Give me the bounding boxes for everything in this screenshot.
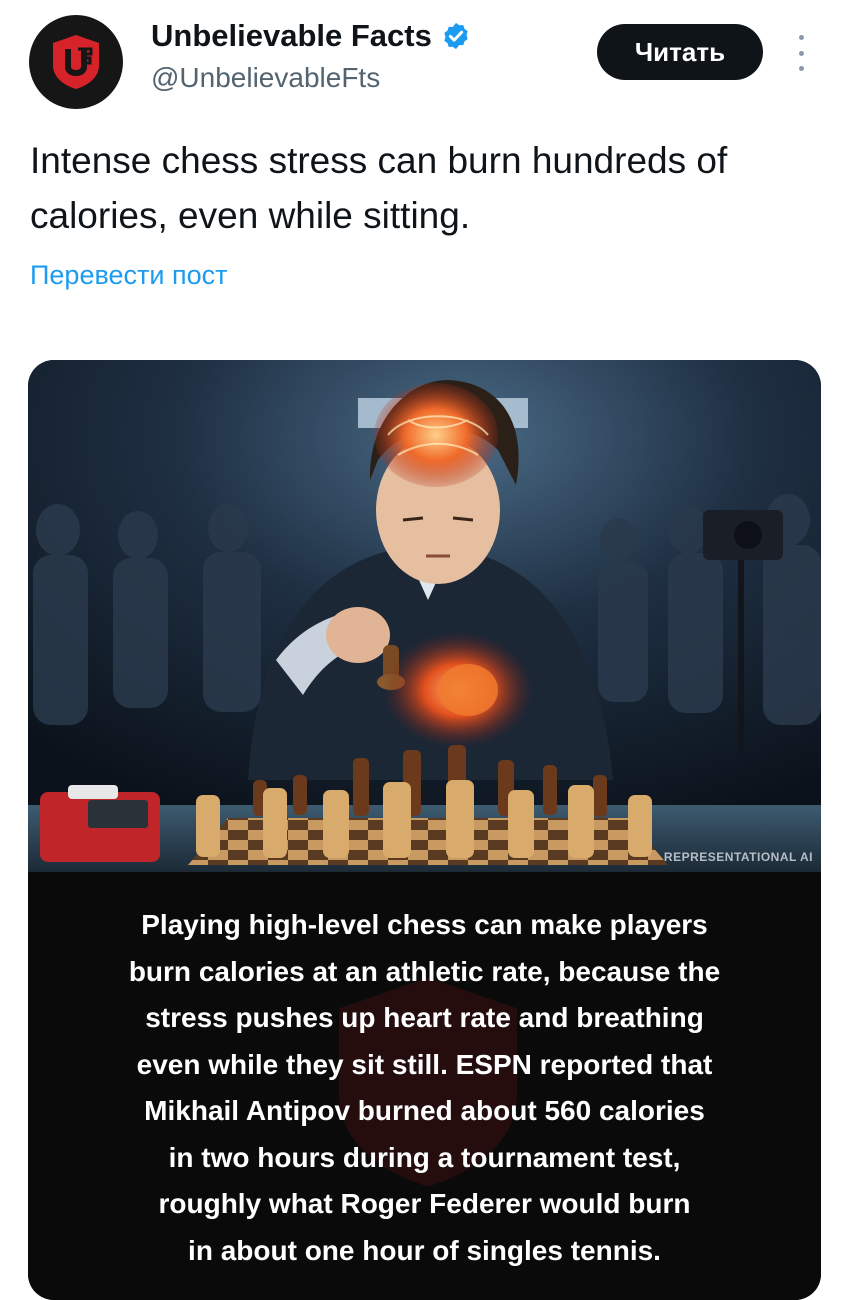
account-handle[interactable]: @UnbelievableFts	[151, 62, 380, 94]
post-media[interactable]: REPRESENTATIONAL AI Playing high-level c…	[28, 360, 821, 1300]
post-text: Intense chess stress can burn hundreds o…	[30, 140, 728, 236]
brand-logo-icon	[53, 35, 99, 89]
name-row: Unbelievable Facts	[151, 18, 471, 54]
avatar[interactable]	[29, 15, 123, 109]
dot	[798, 66, 804, 71]
chess-player-illustration	[28, 360, 821, 872]
display-name[interactable]: Unbelievable Facts	[151, 18, 432, 54]
dot	[798, 50, 804, 56]
verified-badge-icon	[444, 22, 468, 50]
post-header: Unbelievable Facts @UnbelievableFts Чита…	[0, 0, 849, 120]
translate-post-link[interactable]: Перевести пост	[30, 260, 227, 291]
media-caption: Playing high-level chess can make player…	[128, 909, 721, 1266]
more-vertical-icon[interactable]	[790, 35, 812, 71]
dot	[798, 35, 804, 40]
media-watermark: REPRESENTATIONAL AI	[663, 850, 813, 864]
read-button[interactable]: Читать	[597, 24, 763, 80]
caption-area: Playing high-level chess can make player…	[28, 872, 821, 1300]
